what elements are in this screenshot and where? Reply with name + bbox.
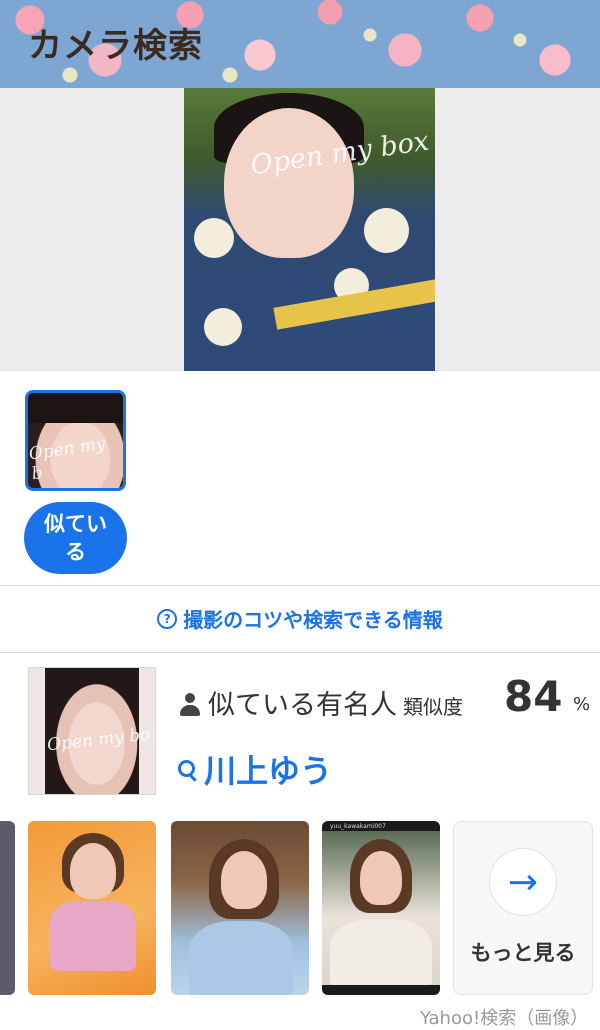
- similarity-score: 84: [504, 672, 563, 721]
- result-label: 似ている有名人: [208, 690, 397, 721]
- more-results-button[interactable]: → もっと見る: [453, 821, 593, 995]
- selected-face-thumbnail[interactable]: Open my b: [25, 390, 126, 491]
- image-result-card[interactable]: [28, 821, 156, 995]
- image-result-card[interactable]: [171, 821, 309, 995]
- celebrity-name: 川上ゆう: [204, 752, 333, 790]
- image-result-card[interactable]: [0, 821, 15, 995]
- percent-sign: %: [573, 694, 591, 715]
- result-heading: 似ている有名人 類似度: [180, 683, 463, 722]
- photo-preview-area: Open my box: [0, 88, 600, 371]
- similarity-label: 類似度: [403, 695, 463, 719]
- tips-link[interactable]: ? 撮影のコツや検索できる情報: [0, 604, 600, 633]
- celebrity-name-link[interactable]: 川上ゆう: [178, 746, 332, 792]
- divider: [0, 585, 600, 586]
- similar-button-label: 似ている: [44, 512, 107, 564]
- instagram-username: yuu_kawakami007: [330, 823, 386, 830]
- image-result-card[interactable]: yuu_kawakami007: [322, 821, 440, 995]
- question-circle-icon: ?: [157, 608, 178, 629]
- search-icon: [178, 760, 197, 782]
- arrow-right-icon: →: [489, 848, 557, 916]
- more-results-label: もっと見る: [470, 941, 576, 965]
- source-attribution: Yahoo!検索（画像）: [420, 1008, 589, 1029]
- person-icon: [180, 693, 200, 717]
- similar-search-button[interactable]: 似ている: [24, 502, 127, 574]
- page-title: カメラ検索: [28, 26, 203, 66]
- result-face-thumbnail[interactable]: Open my bo: [28, 667, 156, 795]
- uploaded-photo: Open my box: [184, 88, 435, 371]
- app-header: カメラ検索: [0, 0, 600, 88]
- divider: [0, 652, 600, 653]
- tips-link-label: 撮影のコツや検索できる情報: [183, 608, 443, 632]
